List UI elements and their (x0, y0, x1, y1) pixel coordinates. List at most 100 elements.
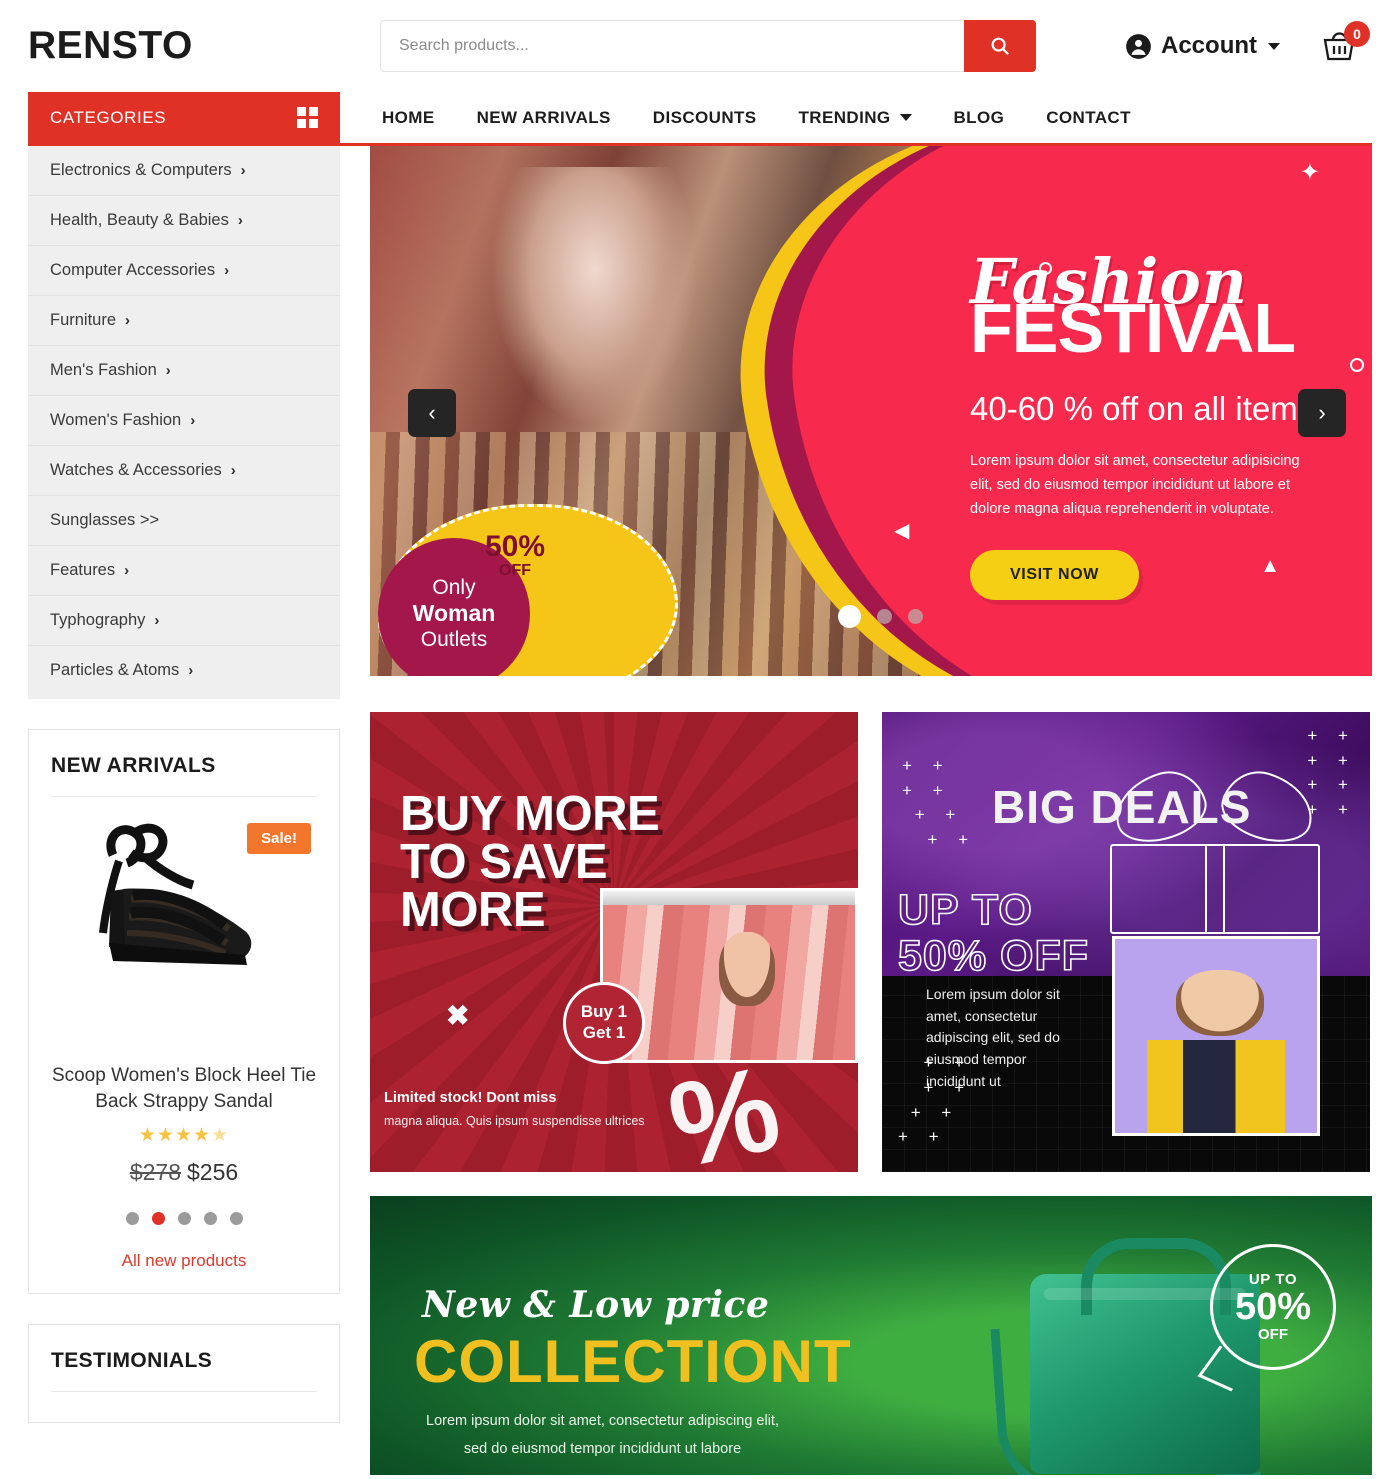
sidebar-item-electronics-computers[interactable]: Electronics & Computers › (28, 146, 340, 196)
sidebar-item-womens-fashion[interactable]: Women's Fashion › (28, 396, 340, 446)
hero-badge-percent: 50% OFF (485, 532, 545, 580)
badge-line-2: Woman (412, 600, 496, 627)
chevron-right-icon: › (224, 262, 230, 279)
nav-label: DISCOUNTS (652, 107, 757, 127)
upto-line-1: UP TO (897, 886, 1033, 934)
search-input[interactable] (380, 20, 964, 72)
main-content: ✦ ◀ ▲ Fashion FESTIVAL 40-60 % off on al… (370, 146, 1372, 1475)
carousel-dot-active[interactable] (151, 1212, 165, 1226)
category-label: Health, Beauty & Babies (50, 211, 229, 229)
price-old: $278 (129, 1159, 181, 1186)
page-body: Electronics & Computers › Health, Beauty… (0, 146, 1400, 1475)
hero-carousel-dots (838, 605, 923, 628)
collection-discount-bubble: UP TO 50% OFF (1210, 1244, 1336, 1370)
header-actions: Account 0 (1125, 21, 1372, 65)
nav-item-trending[interactable]: TRENDING (799, 108, 912, 128)
hero-dot[interactable] (877, 609, 892, 624)
category-label: Sunglasses >> (50, 511, 160, 529)
bubble-line-2: 50% (1234, 1286, 1312, 1328)
nav-item-blog[interactable]: BLOG (954, 108, 1005, 128)
nav-item-new-arrivals[interactable]: NEW ARRIVALS (477, 108, 611, 128)
footer-headline: Limited stock! Dont miss (384, 1090, 557, 1106)
site-header: RENSTO Account (0, 0, 1400, 92)
category-label: Particles & Atoms (50, 661, 180, 679)
sidebar-item-sunglasses[interactable]: Sunglasses >> (28, 496, 340, 546)
rosette-line-1: Buy 1 (580, 1002, 628, 1022)
product-carousel-dots (51, 1212, 317, 1226)
account-menu[interactable]: Account (1125, 32, 1280, 60)
sidebar-item-computer-accessories[interactable]: Computer Accessories › (28, 246, 340, 296)
chevron-right-icon: › (154, 612, 160, 629)
sidebar-item-health-beauty-babies[interactable]: Health, Beauty & Babies › (28, 196, 340, 246)
footer-text: magna aliqua. Quis ipsum suspendisse ult… (384, 1114, 645, 1128)
testimonials-title: TESTIMONIALS (51, 1349, 317, 1393)
upto-line-2: 50% OFF (897, 931, 1089, 980)
hero-main-title: FESTIVAL (970, 288, 1296, 367)
sidebar-item-features[interactable]: Features › (28, 546, 340, 596)
search-icon (991, 37, 1010, 56)
account-icon (1126, 33, 1151, 59)
sidebar-item-mens-fashion[interactable]: Men's Fashion › (28, 346, 340, 396)
category-list: Electronics & Computers › Health, Beauty… (28, 146, 340, 699)
category-label: Electronics & Computers (50, 161, 232, 179)
category-label: Women's Fashion (50, 411, 182, 429)
categories-toggle[interactable]: CATEGORIES (28, 92, 340, 143)
sidebar-item-watches-accessories[interactable]: Watches & Accessories › (28, 446, 340, 496)
collection-script-title: New & Low price (422, 1284, 770, 1326)
grid-icon (297, 107, 318, 128)
carousel-dot[interactable] (203, 1212, 217, 1226)
categories-label: CATEGORIES (50, 107, 167, 127)
account-label: Account (1161, 32, 1257, 59)
price-new: $256 (187, 1159, 239, 1186)
carousel-dot[interactable] (229, 1212, 243, 1226)
product-title[interactable]: Scoop Women's Block Heel Tie Back Strapp… (51, 1063, 317, 1114)
all-new-products-link[interactable]: All new products (51, 1251, 317, 1271)
site-logo[interactable]: RENSTO (28, 24, 380, 68)
promo-collection-banner[interactable]: New & Low price COLLECTIONT Lorem ipsum … (370, 1196, 1372, 1475)
nav-label: NEW ARRIVALS (476, 107, 611, 127)
nav-label: BLOG (953, 107, 1005, 127)
nav-links: HOME NEW ARRIVALS DISCOUNTS TRENDING BLO… (340, 92, 1131, 143)
product-image-area: Sale! (51, 807, 317, 1057)
carousel-dot[interactable] (125, 1212, 139, 1226)
nav-item-home[interactable]: HOME (382, 108, 435, 128)
chevron-down-icon (1268, 42, 1280, 50)
promo-big-deals[interactable]: + + + + + + + + + + + + + + + + + + + + + + +… (882, 712, 1370, 1172)
title-line-2: TO SAVE (400, 835, 608, 890)
chevron-down-icon (899, 114, 912, 121)
visit-now-button[interactable]: VISIT NOW (970, 549, 1139, 600)
cart-button[interactable]: 0 (1320, 21, 1370, 65)
chevron-right-icon: › (125, 312, 131, 329)
category-label: Features (50, 561, 116, 579)
body-line-2: sed do eiusmod tempor incididunt ut labo… (463, 1440, 742, 1457)
hero-dot[interactable] (908, 609, 923, 624)
body-line-1: Lorem ipsum dolor sit amet, consectetur … (426, 1413, 779, 1429)
category-label: Men's Fashion (50, 361, 157, 379)
sidebar-item-typhography[interactable]: Typhography › (28, 596, 340, 646)
testimonials-panel: TESTIMONIALS (28, 1324, 340, 1424)
category-label: Furniture (50, 311, 117, 329)
title-line-1: BUY MORE (400, 787, 660, 841)
asterisk-deco-icon: ✖ (446, 1000, 470, 1031)
carousel-dot[interactable] (177, 1212, 191, 1226)
collection-main-title: COLLECTIONT (414, 1328, 852, 1395)
promo-big-deals-upto: UP TO 50% OFF (897, 886, 1089, 980)
new-arrivals-panel: NEW ARRIVALS Sale! Scoop Women's Block H… (28, 729, 340, 1295)
hero-prev-button[interactable]: ‹ (408, 389, 456, 437)
category-label: Typhography (50, 611, 146, 629)
nav-item-discounts[interactable]: DISCOUNTS (653, 108, 757, 128)
star-deco-icon: ✦ (1299, 159, 1320, 186)
search-button[interactable] (964, 20, 1036, 72)
sidebar-item-particles-atoms[interactable]: Particles & Atoms › (28, 646, 340, 695)
badge-line-3: Outlets (420, 627, 488, 651)
promo-buy-more[interactable]: BUY MORE TO SAVE MORE Buy 1 Get 1 ✖ % Li… (370, 712, 858, 1172)
badge-line-1: Only (432, 575, 476, 599)
hero-carousel: ✦ ◀ ▲ Fashion FESTIVAL 40-60 % off on al… (370, 146, 1372, 676)
hero-dot-active[interactable] (838, 605, 861, 628)
sidebar-item-furniture[interactable]: Furniture › (28, 296, 340, 346)
nav-item-contact[interactable]: CONTACT (1046, 108, 1131, 128)
hero-body-text: Lorem ipsum dolor sit amet, consectetur … (970, 453, 1300, 518)
hero-next-button[interactable]: › (1298, 389, 1346, 437)
chevron-right-icon: › (230, 462, 236, 479)
promo-buy-more-footer: Limited stock! Dont miss magna aliqua. Q… (384, 1089, 645, 1128)
